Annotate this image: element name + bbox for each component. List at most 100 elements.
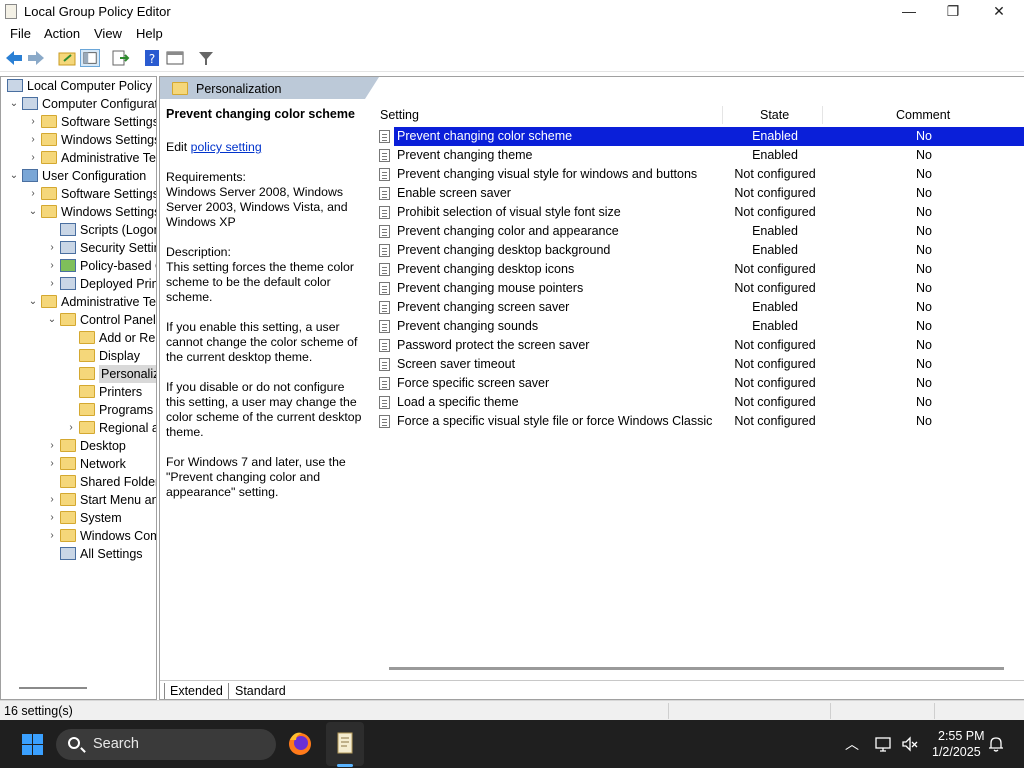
tree-item[interactable]: ⌄ Windows Settings [1,203,156,221]
setting-row[interactable]: Load a specific theme Not configured No [374,393,1024,412]
show-hide-tree-icon[interactable] [80,49,100,67]
chevron-down-icon[interactable]: ⌄ [28,203,38,221]
setting-row[interactable]: Prevent changing sounds Enabled No [374,317,1024,336]
chevron-right-icon[interactable]: › [47,275,57,293]
export-list-icon[interactable] [110,49,130,67]
setting-row[interactable]: Password protect the screen saver Not con… [374,336,1024,355]
filter-icon[interactable] [196,49,216,67]
gpedit-app-icon [5,4,17,19]
maximize-button[interactable]: ❐ [930,0,976,23]
title-bar: Local Group Policy Editor — ❐ ✕ [0,0,1024,23]
setting-row[interactable]: Prohibit selection of visual style font … [374,203,1024,222]
tab-extended[interactable]: Extended [164,683,229,699]
setting-row[interactable]: Prevent changing color and appearance Ena… [374,222,1024,241]
chevron-right-icon[interactable]: › [28,185,38,203]
network-icon[interactable] [874,735,892,753]
tree-item[interactable]: Printers [1,383,156,401]
folder-icon [60,439,76,452]
chevron-down-icon[interactable]: ⌄ [28,293,38,311]
column-header-comment[interactable]: Comment [896,108,950,122]
setting-row[interactable]: Screen saver timeout Not configured No [374,355,1024,374]
menu-view[interactable]: View [94,26,122,41]
tree-item[interactable]: Local Computer Policy [1,77,156,95]
policy-setting-link[interactable]: policy setting [191,140,262,154]
folder-icon [79,385,95,398]
tree-item[interactable]: › Deployed Printers [1,275,156,293]
tree-item[interactable]: › Software Settings [1,113,156,131]
clock-date[interactable]: 1/2/2025 [932,745,981,759]
menu-file[interactable]: File [10,26,31,41]
speaker-muted-icon[interactable] [901,735,919,753]
tree-item[interactable]: › Policy-based QoS [1,257,156,275]
tree-item[interactable]: › Administrative Templates [1,149,156,167]
chevron-right-icon[interactable]: › [28,113,38,131]
tree-item[interactable]: ⌄ Computer Configuration [1,95,156,113]
tree-item[interactable]: ⌄ Administrative Templates [1,293,156,311]
tree-item[interactable]: ⌄ Control Panel [1,311,156,329]
tree-item[interactable]: › Regional and Language Options [1,419,156,437]
chevron-right-icon[interactable]: › [47,257,57,275]
minimize-button[interactable]: — [886,0,932,23]
tree-item[interactable]: Display [1,347,156,365]
tree-item[interactable]: › Software Settings [1,185,156,203]
tree-item[interactable]: › Start Menu and Taskbar [1,491,156,509]
tree-item[interactable]: Scripts (Logon/Logoff) [1,221,156,239]
setting-row[interactable]: Prevent changing desktop background Enabl… [374,241,1024,260]
tree-item[interactable]: › Desktop [1,437,156,455]
chevron-right-icon[interactable]: › [47,239,57,257]
chevron-up-icon[interactable]: ︿ [845,734,859,754]
setting-row[interactable]: Prevent changing mouse pointers Not confi… [374,279,1024,298]
tree-item[interactable]: › System [1,509,156,527]
chevron-right-icon[interactable]: › [47,491,57,509]
chevron-right-icon[interactable]: › [47,455,57,473]
chevron-down-icon[interactable]: ⌄ [9,95,19,113]
setting-row[interactable]: Prevent changing visual style for window… [374,165,1024,184]
setting-row[interactable]: Prevent changing screen saver Enabled No [374,298,1024,317]
column-header-state[interactable]: State [760,108,789,122]
menu-action[interactable]: Action [44,26,80,41]
tree-item[interactable]: ⌄ User Configuration [1,167,156,185]
horizontal-scrollbar[interactable] [389,667,1004,670]
setting-row[interactable]: Prevent changing color scheme Enabled No [379,127,1024,146]
chevron-down-icon[interactable]: ⌄ [9,167,19,185]
chevron-right-icon[interactable]: › [28,131,38,149]
tree-item[interactable]: › Network [1,455,156,473]
policy-setting-icon [379,149,390,162]
clock-time[interactable]: 2:55 PM [938,729,985,743]
tree-horizontal-scrollbar[interactable] [19,687,87,689]
column-header-setting[interactable]: Setting [380,108,419,122]
group-policy-editor-icon[interactable] [329,728,361,760]
tree-item[interactable]: › Windows Settings [1,131,156,149]
tree-item[interactable]: Shared Folders [1,473,156,491]
back-arrow-icon[interactable] [4,49,24,67]
chevron-down-icon[interactable]: ⌄ [47,311,57,329]
tab-standard[interactable]: Standard [230,683,291,699]
start-windows-icon[interactable] [22,734,43,755]
chevron-right-icon[interactable]: › [47,527,57,545]
firefox-icon[interactable] [284,728,316,760]
tree-item[interactable]: Personalization [1,365,156,383]
setting-row[interactable]: Force a specific visual style file or fo… [374,412,1024,431]
chevron-right-icon[interactable]: › [66,419,76,437]
notification-bell-icon[interactable] [988,735,1004,753]
chevron-right-icon[interactable]: › [47,509,57,527]
menu-help[interactable]: Help [136,26,163,41]
forward-arrow-icon[interactable] [26,49,46,67]
chevron-right-icon[interactable]: › [28,149,38,167]
setting-row[interactable]: Force specific screen saver Not configure… [374,374,1024,393]
setting-row[interactable]: Prevent changing theme Enabled No [374,146,1024,165]
tree-item[interactable]: › Windows Components [1,527,156,545]
tree-item[interactable]: All Settings [1,545,156,563]
chevron-right-icon[interactable]: › [47,437,57,455]
setting-row[interactable]: Enable screen saver Not configured No [374,184,1024,203]
taskbar-search[interactable]: Search [56,729,276,760]
up-folder-icon[interactable] [57,49,77,67]
close-button[interactable]: ✕ [976,0,1022,23]
tree-item[interactable]: Add or Remove Programs [1,329,156,347]
properties-icon[interactable] [165,49,185,67]
help-icon[interactable]: ? [142,49,162,67]
tree-item[interactable]: Programs [1,401,156,419]
setting-row[interactable]: Prevent changing desktop icons Not config… [374,260,1024,279]
tree-item[interactable]: › Security Settings [1,239,156,257]
edit-line: Edit policy setting [166,140,366,155]
